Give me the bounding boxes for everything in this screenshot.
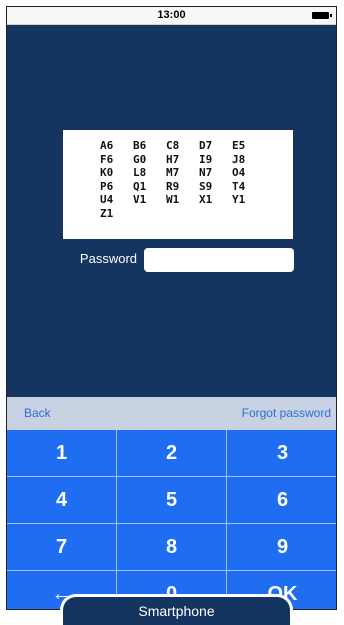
character-grid: A6 B6 C8 D7 E5 F6 G0 H7 I9 J8 K0 L8 M7 N7 O4 P6 Q1 R9 S… [63, 130, 293, 239]
key-6[interactable]: 6 [227, 477, 336, 524]
key-5[interactable]: 5 [117, 477, 227, 524]
grid-row: A6 B6 C8 D7 E5 [100, 136, 293, 152]
grid-cell: Y1 [232, 193, 246, 206]
action-bar: Back Forgot password [7, 397, 336, 430]
grid-cell: W1 [166, 193, 180, 206]
login-screen: A6 B6 C8 D7 E5 F6 G0 H7 I9 J8 K0 L8 M7 N7 O4 P6 Q1 R9 S… [7, 25, 336, 397]
key-1[interactable]: 1 [7, 430, 117, 477]
forgot-password-link[interactable]: Forgot password [242, 406, 331, 420]
key-3[interactable]: 3 [227, 430, 336, 477]
password-input[interactable] [144, 248, 294, 272]
key-4[interactable]: 4 [7, 477, 117, 524]
numeric-keypad: 1 2 3 4 5 6 7 8 9 ← 0 OK [7, 430, 336, 609]
phone-frame: 13:00 A6 B6 C8 D7 E5 F6 G0 H7 I9 J8 K0 L8 M7 N7 O4 P… [6, 6, 337, 610]
grid-cell: X1 [199, 193, 213, 206]
grid-row: P6 Q1 R9 S9 T4 [100, 177, 293, 193]
key-2[interactable]: 2 [117, 430, 227, 477]
grid-row: F6 G0 H7 I9 J8 [100, 150, 293, 166]
key-7[interactable]: 7 [7, 524, 117, 571]
battery-icon [312, 12, 332, 19]
grid-row: K0 L8 M7 N7 O4 [100, 163, 293, 179]
key-9[interactable]: 9 [227, 524, 336, 571]
back-link[interactable]: Back [24, 406, 51, 420]
status-time: 13:00 [157, 9, 186, 21]
grid-row: U4 V1 W1 X1 Y1 [100, 190, 293, 206]
password-label: Password [79, 251, 137, 266]
smartphone-tab: Smartphone [60, 594, 293, 625]
key-8[interactable]: 8 [117, 524, 227, 571]
status-bar: 13:00 [7, 7, 336, 25]
grid-cell: V1 [133, 193, 147, 206]
grid-cell: Z1 [100, 206, 114, 220]
